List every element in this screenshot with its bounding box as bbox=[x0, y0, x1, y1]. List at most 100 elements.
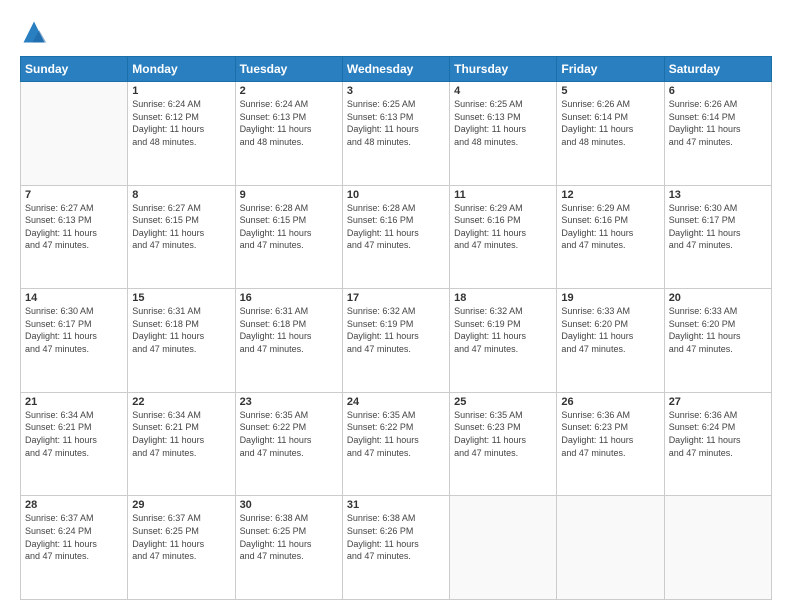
calendar-cell: 29Sunrise: 6:37 AM Sunset: 6:25 PM Dayli… bbox=[128, 496, 235, 600]
calendar-cell: 16Sunrise: 6:31 AM Sunset: 6:18 PM Dayli… bbox=[235, 289, 342, 393]
calendar-cell: 24Sunrise: 6:35 AM Sunset: 6:22 PM Dayli… bbox=[342, 392, 449, 496]
day-number: 15 bbox=[132, 292, 230, 304]
week-row-0: 1Sunrise: 6:24 AM Sunset: 6:12 PM Daylig… bbox=[21, 82, 772, 186]
header-day-saturday: Saturday bbox=[664, 57, 771, 82]
calendar-cell: 9Sunrise: 6:28 AM Sunset: 6:15 PM Daylig… bbox=[235, 185, 342, 289]
day-info: Sunrise: 6:25 AM Sunset: 6:13 PM Dayligh… bbox=[454, 98, 552, 148]
calendar-cell bbox=[450, 496, 557, 600]
header bbox=[20, 18, 772, 46]
calendar-cell: 1Sunrise: 6:24 AM Sunset: 6:12 PM Daylig… bbox=[128, 82, 235, 186]
day-info: Sunrise: 6:36 AM Sunset: 6:24 PM Dayligh… bbox=[669, 409, 767, 459]
page: SundayMondayTuesdayWednesdayThursdayFrid… bbox=[0, 0, 792, 612]
day-number: 28 bbox=[25, 499, 123, 511]
week-row-1: 7Sunrise: 6:27 AM Sunset: 6:13 PM Daylig… bbox=[21, 185, 772, 289]
logo-icon bbox=[20, 18, 48, 46]
calendar-cell: 30Sunrise: 6:38 AM Sunset: 6:25 PM Dayli… bbox=[235, 496, 342, 600]
calendar-cell: 23Sunrise: 6:35 AM Sunset: 6:22 PM Dayli… bbox=[235, 392, 342, 496]
day-info: Sunrise: 6:35 AM Sunset: 6:22 PM Dayligh… bbox=[347, 409, 445, 459]
calendar-cell: 5Sunrise: 6:26 AM Sunset: 6:14 PM Daylig… bbox=[557, 82, 664, 186]
calendar-cell: 18Sunrise: 6:32 AM Sunset: 6:19 PM Dayli… bbox=[450, 289, 557, 393]
calendar-cell: 11Sunrise: 6:29 AM Sunset: 6:16 PM Dayli… bbox=[450, 185, 557, 289]
calendar-cell: 17Sunrise: 6:32 AM Sunset: 6:19 PM Dayli… bbox=[342, 289, 449, 393]
day-number: 6 bbox=[669, 85, 767, 97]
day-info: Sunrise: 6:28 AM Sunset: 6:15 PM Dayligh… bbox=[240, 202, 338, 252]
header-day-friday: Friday bbox=[557, 57, 664, 82]
calendar-cell: 3Sunrise: 6:25 AM Sunset: 6:13 PM Daylig… bbox=[342, 82, 449, 186]
day-number: 13 bbox=[669, 189, 767, 201]
calendar-cell: 31Sunrise: 6:38 AM Sunset: 6:26 PM Dayli… bbox=[342, 496, 449, 600]
day-info: Sunrise: 6:33 AM Sunset: 6:20 PM Dayligh… bbox=[669, 305, 767, 355]
calendar-body: 1Sunrise: 6:24 AM Sunset: 6:12 PM Daylig… bbox=[21, 82, 772, 600]
calendar-cell: 4Sunrise: 6:25 AM Sunset: 6:13 PM Daylig… bbox=[450, 82, 557, 186]
day-number: 5 bbox=[561, 85, 659, 97]
calendar-cell: 6Sunrise: 6:26 AM Sunset: 6:14 PM Daylig… bbox=[664, 82, 771, 186]
day-number: 10 bbox=[347, 189, 445, 201]
day-number: 4 bbox=[454, 85, 552, 97]
calendar-cell: 2Sunrise: 6:24 AM Sunset: 6:13 PM Daylig… bbox=[235, 82, 342, 186]
day-info: Sunrise: 6:36 AM Sunset: 6:23 PM Dayligh… bbox=[561, 409, 659, 459]
day-number: 31 bbox=[347, 499, 445, 511]
day-number: 25 bbox=[454, 396, 552, 408]
calendar-cell: 26Sunrise: 6:36 AM Sunset: 6:23 PM Dayli… bbox=[557, 392, 664, 496]
calendar-cell: 7Sunrise: 6:27 AM Sunset: 6:13 PM Daylig… bbox=[21, 185, 128, 289]
day-number: 9 bbox=[240, 189, 338, 201]
day-number: 23 bbox=[240, 396, 338, 408]
day-info: Sunrise: 6:30 AM Sunset: 6:17 PM Dayligh… bbox=[25, 305, 123, 355]
calendar-cell: 19Sunrise: 6:33 AM Sunset: 6:20 PM Dayli… bbox=[557, 289, 664, 393]
day-number: 18 bbox=[454, 292, 552, 304]
day-info: Sunrise: 6:32 AM Sunset: 6:19 PM Dayligh… bbox=[454, 305, 552, 355]
week-row-4: 28Sunrise: 6:37 AM Sunset: 6:24 PM Dayli… bbox=[21, 496, 772, 600]
day-info: Sunrise: 6:32 AM Sunset: 6:19 PM Dayligh… bbox=[347, 305, 445, 355]
day-number: 1 bbox=[132, 85, 230, 97]
calendar-cell: 15Sunrise: 6:31 AM Sunset: 6:18 PM Dayli… bbox=[128, 289, 235, 393]
day-info: Sunrise: 6:35 AM Sunset: 6:23 PM Dayligh… bbox=[454, 409, 552, 459]
calendar-cell bbox=[664, 496, 771, 600]
day-info: Sunrise: 6:37 AM Sunset: 6:25 PM Dayligh… bbox=[132, 512, 230, 562]
calendar-cell bbox=[557, 496, 664, 600]
header-row: SundayMondayTuesdayWednesdayThursdayFrid… bbox=[21, 57, 772, 82]
day-number: 24 bbox=[347, 396, 445, 408]
calendar-cell: 22Sunrise: 6:34 AM Sunset: 6:21 PM Dayli… bbox=[128, 392, 235, 496]
day-number: 22 bbox=[132, 396, 230, 408]
day-number: 12 bbox=[561, 189, 659, 201]
day-number: 27 bbox=[669, 396, 767, 408]
day-info: Sunrise: 6:27 AM Sunset: 6:15 PM Dayligh… bbox=[132, 202, 230, 252]
day-number: 30 bbox=[240, 499, 338, 511]
day-number: 19 bbox=[561, 292, 659, 304]
day-info: Sunrise: 6:34 AM Sunset: 6:21 PM Dayligh… bbox=[132, 409, 230, 459]
calendar-cell: 25Sunrise: 6:35 AM Sunset: 6:23 PM Dayli… bbox=[450, 392, 557, 496]
day-number: 16 bbox=[240, 292, 338, 304]
day-number: 11 bbox=[454, 189, 552, 201]
calendar-cell: 8Sunrise: 6:27 AM Sunset: 6:15 PM Daylig… bbox=[128, 185, 235, 289]
day-number: 26 bbox=[561, 396, 659, 408]
header-day-monday: Monday bbox=[128, 57, 235, 82]
day-number: 20 bbox=[669, 292, 767, 304]
header-day-thursday: Thursday bbox=[450, 57, 557, 82]
day-info: Sunrise: 6:38 AM Sunset: 6:26 PM Dayligh… bbox=[347, 512, 445, 562]
day-number: 14 bbox=[25, 292, 123, 304]
calendar-cell: 14Sunrise: 6:30 AM Sunset: 6:17 PM Dayli… bbox=[21, 289, 128, 393]
day-info: Sunrise: 6:29 AM Sunset: 6:16 PM Dayligh… bbox=[454, 202, 552, 252]
day-number: 21 bbox=[25, 396, 123, 408]
day-info: Sunrise: 6:27 AM Sunset: 6:13 PM Dayligh… bbox=[25, 202, 123, 252]
calendar-table: SundayMondayTuesdayWednesdayThursdayFrid… bbox=[20, 56, 772, 600]
calendar-cell: 12Sunrise: 6:29 AM Sunset: 6:16 PM Dayli… bbox=[557, 185, 664, 289]
day-info: Sunrise: 6:30 AM Sunset: 6:17 PM Dayligh… bbox=[669, 202, 767, 252]
day-info: Sunrise: 6:33 AM Sunset: 6:20 PM Dayligh… bbox=[561, 305, 659, 355]
day-info: Sunrise: 6:25 AM Sunset: 6:13 PM Dayligh… bbox=[347, 98, 445, 148]
calendar-cell: 20Sunrise: 6:33 AM Sunset: 6:20 PM Dayli… bbox=[664, 289, 771, 393]
calendar-header: SundayMondayTuesdayWednesdayThursdayFrid… bbox=[21, 57, 772, 82]
day-info: Sunrise: 6:29 AM Sunset: 6:16 PM Dayligh… bbox=[561, 202, 659, 252]
calendar-cell: 27Sunrise: 6:36 AM Sunset: 6:24 PM Dayli… bbox=[664, 392, 771, 496]
day-number: 17 bbox=[347, 292, 445, 304]
day-number: 29 bbox=[132, 499, 230, 511]
day-info: Sunrise: 6:35 AM Sunset: 6:22 PM Dayligh… bbox=[240, 409, 338, 459]
day-number: 3 bbox=[347, 85, 445, 97]
header-day-tuesday: Tuesday bbox=[235, 57, 342, 82]
week-row-3: 21 Sunrise: 6:34 AM Sunset: 6:21 PM Dayli… bbox=[21, 392, 772, 496]
day-info: Sunrise: 6:26 AM Sunset: 6:14 PM Dayligh… bbox=[669, 98, 767, 148]
day-number: 8 bbox=[132, 189, 230, 201]
calendar-cell: 21Sunrise: 6:34 AM Sunset: 6:21 PM Dayli… bbox=[21, 392, 128, 496]
week-row-2: 14Sunrise: 6:30 AM Sunset: 6:17 PM Dayli… bbox=[21, 289, 772, 393]
header-day-sunday: Sunday bbox=[21, 57, 128, 82]
